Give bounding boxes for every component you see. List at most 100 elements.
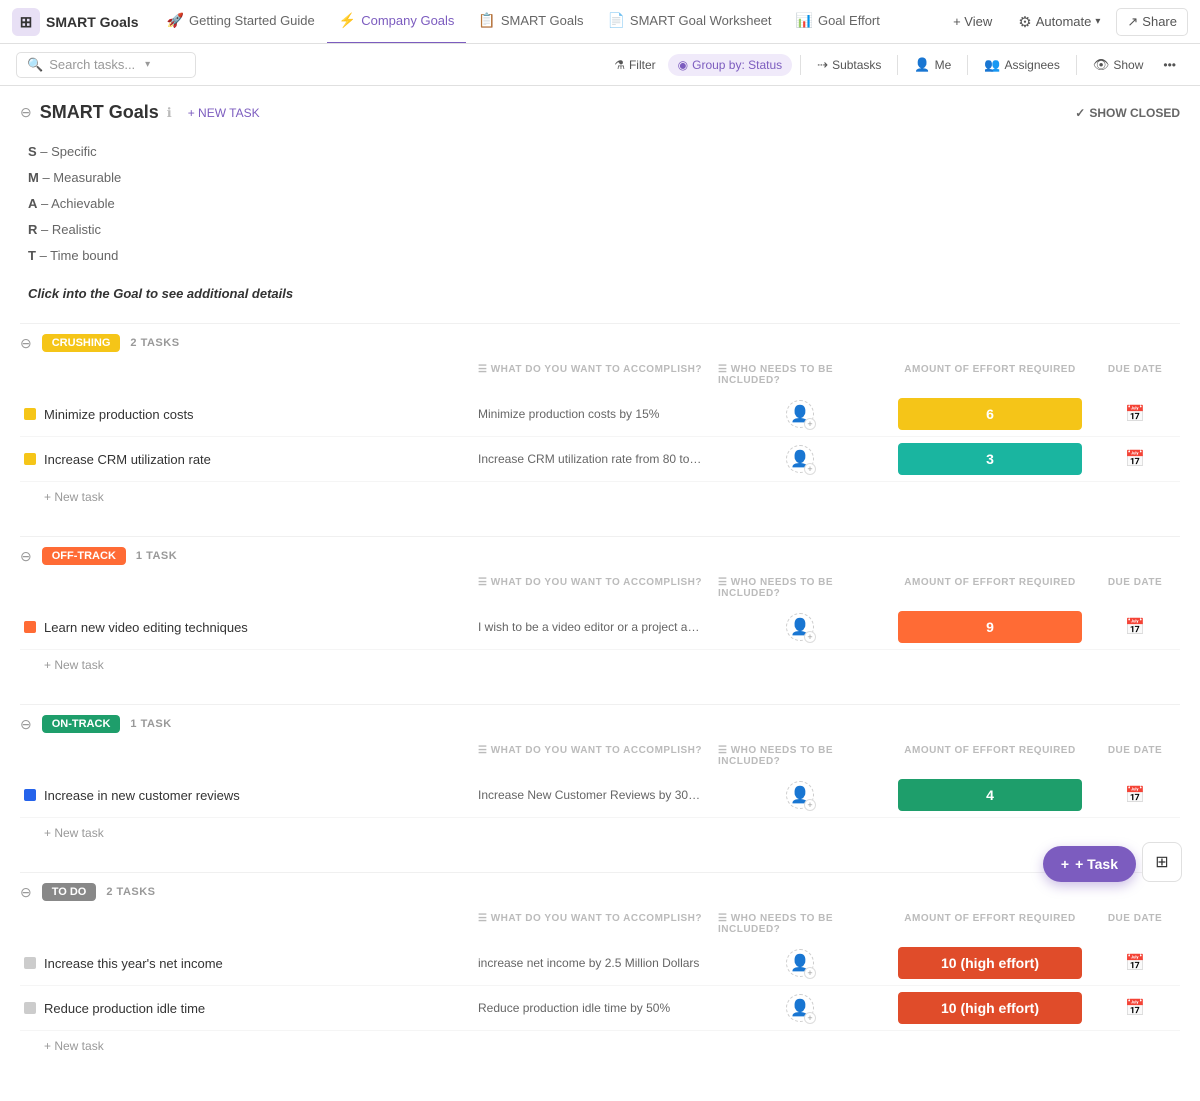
due-date-cell[interactable]: 📅: [1090, 953, 1180, 973]
who-cell[interactable]: 👤+: [710, 613, 890, 641]
more-button[interactable]: •••: [1155, 54, 1184, 76]
divider-1: [800, 55, 801, 75]
table-row[interactable]: Increase in new customer reviewsIncrease…: [20, 773, 1180, 818]
who-cell[interactable]: 👤+: [710, 781, 890, 809]
task-name-cell: Minimize production costs: [20, 407, 470, 422]
nav-tab-company-goals[interactable]: ⚡Company Goals: [327, 0, 467, 44]
search-box[interactable]: 🔍 Search tasks... ▾: [16, 52, 196, 78]
due-date-cell[interactable]: 📅: [1090, 785, 1180, 805]
checkmark-icon: ✓: [1075, 106, 1085, 120]
new-task-row-to-do[interactable]: + New task: [20, 1031, 1180, 1057]
who-cell[interactable]: 👤+: [710, 445, 890, 473]
section-off-track: ⊖OFF-TRACK1 TASK☰ WHAT DO YOU WANT TO AC…: [20, 536, 1180, 676]
calendar-icon: 📅: [1125, 785, 1145, 805]
due-date-cell[interactable]: 📅: [1090, 404, 1180, 424]
divider-3: [967, 55, 968, 75]
table-row[interactable]: Minimize production costsMinimize produc…: [20, 392, 1180, 437]
show-button[interactable]: 👁 Show: [1085, 53, 1152, 77]
table-row[interactable]: Increase this year's net income increase …: [20, 941, 1180, 986]
add-assignee-button[interactable]: 👤+: [786, 949, 814, 977]
calendar-icon: 📅: [1125, 449, 1145, 469]
share-button[interactable]: ↗ Share: [1116, 8, 1188, 36]
new-task-row-off-track[interactable]: + New task: [20, 650, 1180, 676]
collapse-section-to-do[interactable]: ⊖: [20, 884, 32, 901]
task-count-crushing: 2 TASKS: [130, 337, 179, 349]
automate-button[interactable]: ⚙ Automate ▾: [1008, 8, 1110, 36]
table-row[interactable]: Increase CRM utilization rateIncrease CR…: [20, 437, 1180, 482]
section-header-off-track: ⊖OFF-TRACK1 TASK: [20, 536, 1180, 573]
subtasks-button[interactable]: ⇢ Subtasks: [809, 53, 889, 77]
group-icon: ◉: [678, 58, 688, 72]
add-assignee-button[interactable]: 👤+: [786, 445, 814, 473]
new-task-button[interactable]: + NEW TASK: [180, 103, 268, 123]
table-row[interactable]: Reduce production idle time Reduce produc…: [20, 986, 1180, 1031]
section-header-to-do: ⊖ TO DO 2 TASKS: [20, 872, 1180, 909]
collapse-section-off-track[interactable]: ⊖: [20, 548, 32, 565]
table-row[interactable]: Learn new video editing techniquesI wish…: [20, 605, 1180, 650]
new-task-row-on-track[interactable]: + New task: [20, 818, 1180, 844]
who-cell[interactable]: 👤+: [710, 949, 890, 977]
assignees-button[interactable]: 👥 Assignees: [976, 53, 1068, 77]
due-date-cell[interactable]: 📅: [1090, 998, 1180, 1018]
filter-button[interactable]: ⚗ Filter: [606, 54, 663, 76]
th-col3: ☰ WHO NEEDS TO BE INCLUDED?: [710, 913, 890, 935]
divider-4: [1076, 55, 1077, 75]
app-logo: ⊞ SMART Goals: [12, 8, 139, 36]
add-task-fab[interactable]: + + Task: [1043, 846, 1136, 882]
nav-tab-getting-started[interactable]: 🚀Getting Started Guide: [155, 0, 327, 44]
me-button[interactable]: 👤 Me: [906, 53, 959, 77]
add-assignee-button[interactable]: 👤+: [786, 994, 814, 1022]
th-col1: [20, 913, 470, 935]
task-status-dot: [24, 453, 36, 465]
add-assignee-button[interactable]: 👤+: [786, 400, 814, 428]
task-name: Reduce production idle time: [44, 1001, 205, 1016]
show-closed-button[interactable]: ✓ SHOW CLOSED: [1075, 106, 1180, 120]
tab-icon: 📋: [478, 12, 495, 29]
task-name-cell: Reduce production idle time: [20, 1001, 470, 1016]
th-col3: ☰ WHO NEEDS TO BE INCLUDED?: [710, 745, 890, 767]
accomplish-cell: I wish to be a video editor or a project…: [470, 620, 710, 634]
calendar-icon: 📅: [1125, 953, 1145, 973]
th-col2: ☰ WHAT DO YOU WANT TO ACCOMPLISH?: [470, 364, 710, 386]
add-assignee-button[interactable]: 👤+: [786, 781, 814, 809]
collapse-list-button[interactable]: ⊖: [20, 104, 32, 121]
add-assignee-button[interactable]: 👤+: [786, 613, 814, 641]
tab-label: SMART Goal Worksheet: [630, 13, 772, 28]
collapse-section-on-track[interactable]: ⊖: [20, 716, 32, 733]
accomplish-cell: increase net income by 2.5 Million Dolla…: [470, 956, 710, 970]
th-col2: ☰ WHAT DO YOU WANT TO ACCOMPLISH?: [470, 913, 710, 935]
add-view-button[interactable]: + View: [943, 9, 1002, 34]
collapse-section-crushing[interactable]: ⊖: [20, 335, 32, 352]
accomplish-cell: Reduce production idle time by 50%: [470, 1001, 710, 1015]
nav-tab-smart-goal-worksheet[interactable]: 📄SMART Goal Worksheet: [595, 0, 783, 44]
task-count-off-track: 1 TASK: [136, 550, 177, 562]
main-content: ⊖ SMART Goals ℹ + NEW TASK ✓ SHOW CLOSED…: [0, 86, 1200, 1101]
list-info-icon[interactable]: ℹ: [167, 105, 172, 121]
task-count-to-do: 2 TASKS: [106, 886, 155, 898]
nav-tab-smart-goals[interactable]: 📋SMART Goals: [466, 0, 595, 44]
due-date-cell[interactable]: 📅: [1090, 617, 1180, 637]
due-date-cell[interactable]: 📅: [1090, 449, 1180, 469]
smart-a: A – Achievable: [28, 191, 1176, 217]
grid-view-button[interactable]: ⊞: [1142, 842, 1182, 882]
top-nav: ⊞ SMART Goals 🚀Getting Started Guide⚡Com…: [0, 0, 1200, 44]
plus-icon: +: [1061, 856, 1069, 872]
effort-cell: 6: [890, 398, 1090, 430]
new-task-row-crushing[interactable]: + New task: [20, 482, 1180, 508]
status-badge-to-do: TO DO: [42, 883, 97, 901]
who-cell[interactable]: 👤+: [710, 994, 890, 1022]
task-status-dot: [24, 1002, 36, 1014]
effort-cell: 9: [890, 611, 1090, 643]
nav-tab-goal-effort[interactable]: 📊Goal Effort: [784, 0, 892, 44]
smart-s: S – Specific: [28, 139, 1176, 165]
task-name: Increase CRM utilization rate: [44, 452, 211, 467]
tab-icon: ⚡: [339, 12, 356, 29]
effort-cell: 10 (high effort): [890, 992, 1090, 1024]
who-cell[interactable]: 👤+: [710, 400, 890, 428]
task-name: Increase this year's net income: [44, 956, 223, 971]
group-by-button[interactable]: ◉ Group by: Status: [668, 54, 793, 76]
task-count-on-track: 1 TASK: [130, 718, 171, 730]
th-col1: [20, 745, 470, 767]
accomplish-cell: Increase New Customer Reviews by 30% Yea…: [470, 788, 710, 802]
task-status-dot: [24, 789, 36, 801]
